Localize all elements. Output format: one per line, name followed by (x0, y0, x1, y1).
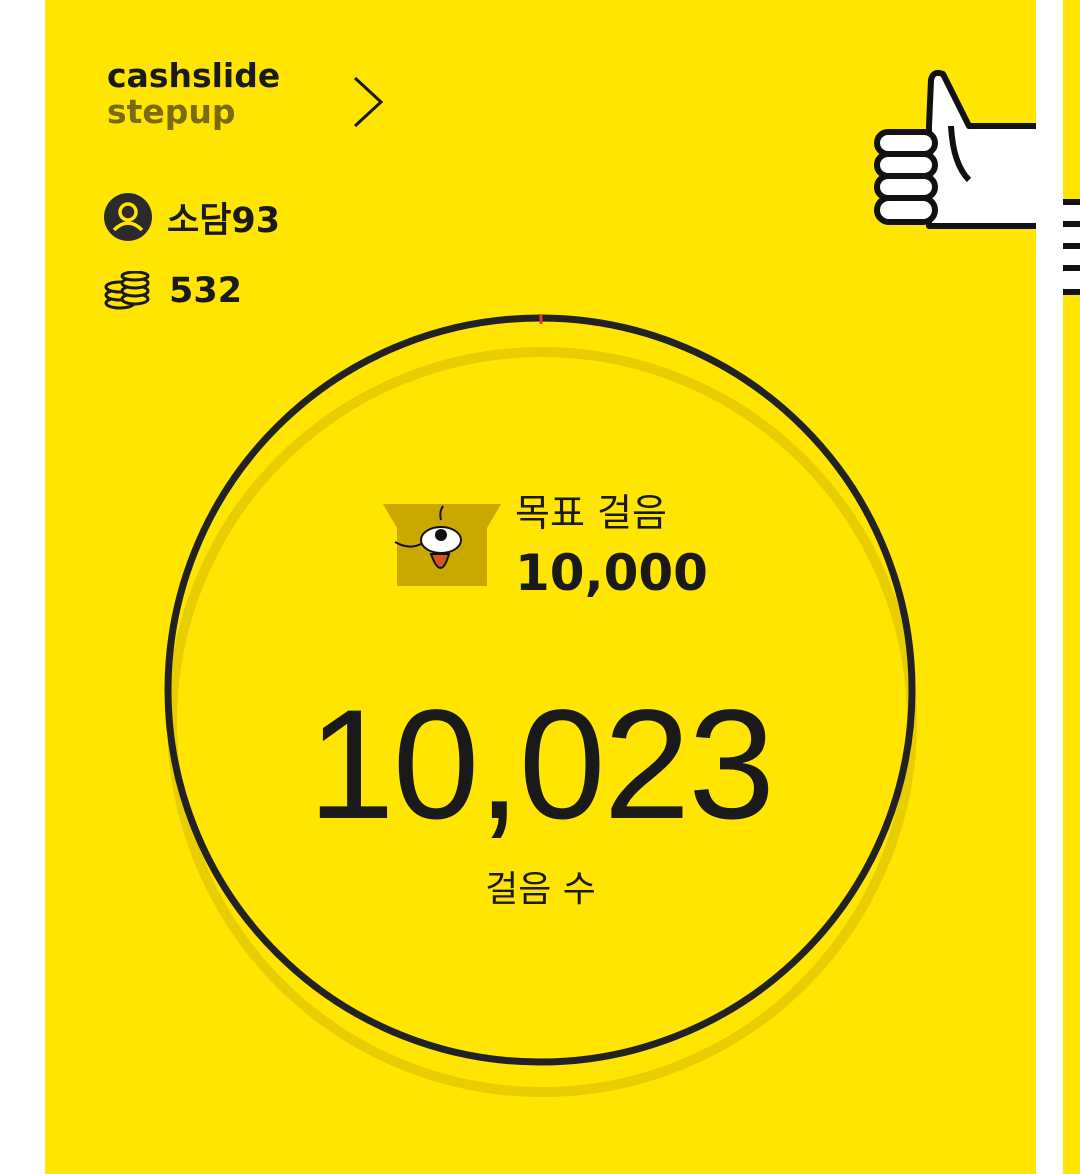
coin-stack-icon (104, 271, 150, 310)
step-count-label: 걸음 수 (485, 869, 596, 910)
goal-value: 10,000 (515, 544, 708, 602)
profile-row[interactable]: 소담93 (103, 192, 280, 242)
next-card-peek[interactable] (1063, 0, 1080, 1174)
step-count: 10,023 (307, 678, 775, 852)
goal-label: 목표 걸음 (515, 491, 667, 535)
dog-mascot-icon (383, 504, 501, 586)
thumbs-up-icon (874, 69, 1036, 229)
user-circle-icon (104, 193, 152, 241)
step-card: cashslide stepup 소담93 532 목표 걸음 10,000 1… (45, 0, 1036, 1174)
points-row[interactable]: 532 (103, 266, 242, 316)
brand-line-2: stepup (107, 92, 236, 131)
step-screen: cashslide stepup 소담93 532 목표 걸음 10,000 1… (0, 0, 1080, 1174)
chevron-right-icon[interactable] (349, 74, 389, 130)
brand-logo[interactable]: cashslide stepup (107, 58, 280, 130)
brand-line-1: cashslide (107, 56, 281, 95)
user-nickname: 소담93 (167, 200, 281, 241)
points-value: 532 (169, 271, 243, 311)
thumbs-up-icon (1063, 199, 1080, 295)
